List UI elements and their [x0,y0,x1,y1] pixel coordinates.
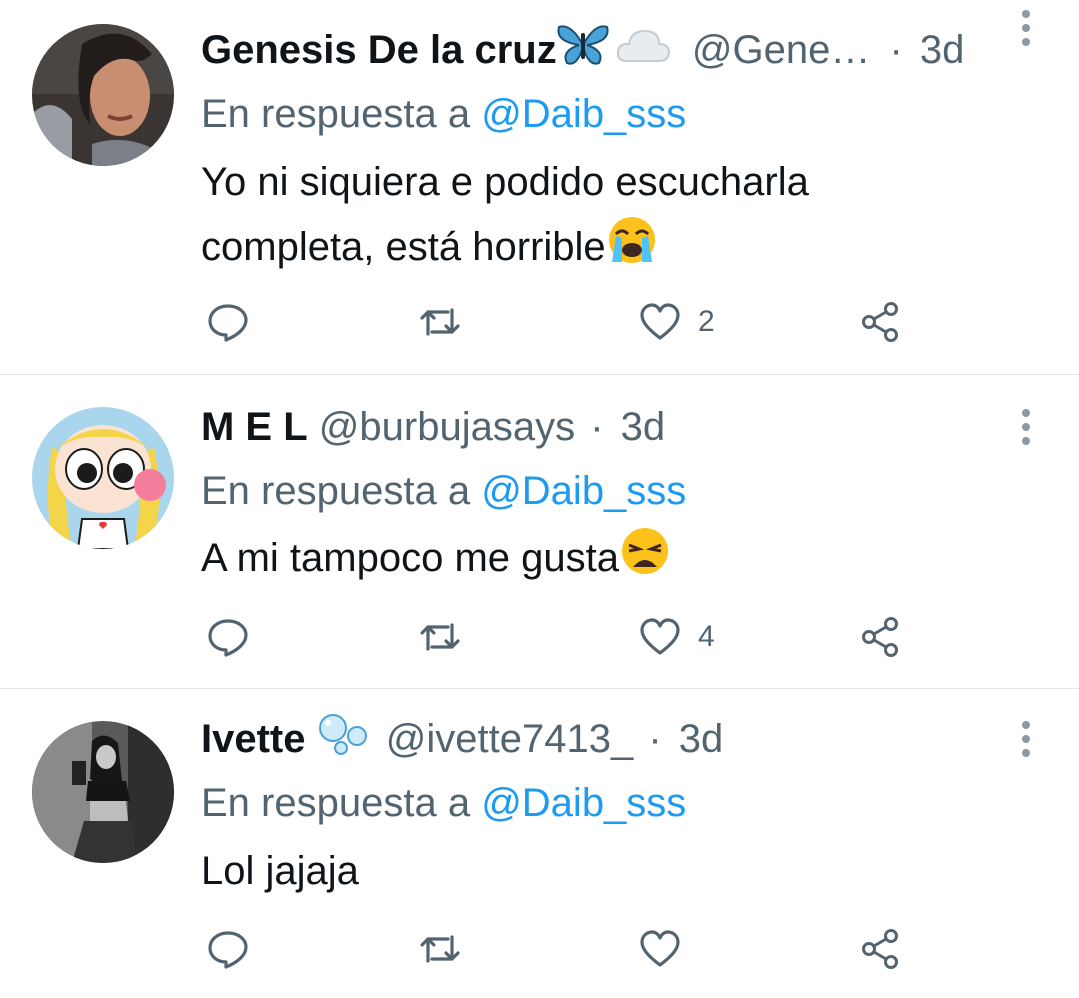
separator-dot: · [648,717,662,761]
retweet-icon [420,623,460,651]
reply-prefix: En respuesta a [201,469,471,513]
separator-dot: · [889,28,903,72]
heart-icon [640,930,680,967]
share-button[interactable] [858,607,902,667]
like-count: 4 [698,620,715,653]
tweet[interactable]: M E L @burbujasays · 3d En respuesta a @… [0,375,1079,688]
avatar-image [32,721,174,863]
retweet-button[interactable] [418,292,462,352]
tweet-actions: 4 [0,607,1079,667]
avatar-image [32,407,174,549]
user-handle[interactable]: @ivette7413_ [386,717,633,761]
retweet-button[interactable] [418,919,462,979]
tweet-text: Yo ni siquiera e podido escucharla compl… [201,150,809,285]
tweet-header: Genesis De la cruz @Gene… · 3d [201,22,964,78]
reply-button[interactable] [206,919,250,979]
reply-mention-link[interactable]: @Daib_sss [481,92,686,136]
tweet-text-line: Yo ni siquiera e podido escucharla [201,160,809,204]
reply-button[interactable] [206,607,250,667]
tweet[interactable]: Ivette @ivette7413_ · 3d En respuesta a … [0,689,1079,998]
tweet-text-line: A mi tampoco me gusta [201,525,671,596]
share-button[interactable] [858,292,902,352]
reply-icon [208,304,248,342]
avatar-image [32,24,174,166]
like-button[interactable] [638,919,698,979]
avatar[interactable] [32,721,174,863]
weary-face-emoji [619,525,671,596]
user-handle[interactable]: @burbujasays [319,405,575,449]
reply-button[interactable] [206,292,250,352]
retweet-icon [420,308,460,336]
tweet-text-line-content: completa, está horrible [201,225,606,270]
reply-prefix: En respuesta a [201,92,471,136]
reply-icon [208,931,248,969]
timestamp[interactable]: 3d [621,405,666,449]
share-icon [862,929,898,969]
timestamp[interactable]: 3d [920,28,965,72]
tweet-header: Ivette @ivette7413_ · 3d [201,711,723,767]
cloud-emoji [615,24,671,80]
reply-context: En respuesta a @Daib_sss [201,92,686,137]
tweet-actions [0,919,1079,979]
more-options-icon[interactable] [1014,719,1038,759]
reply-context: En respuesta a @Daib_sss [201,781,686,826]
loudly-crying-face-emoji [606,214,658,285]
bubbles-emoji [317,712,371,771]
reply-mention-link[interactable]: @Daib_sss [481,781,686,825]
butterfly-emoji [557,23,609,82]
avatar[interactable] [32,407,174,549]
user-handle[interactable]: @Gene… [692,28,870,72]
share-icon [862,617,898,657]
more-options-icon[interactable] [1014,8,1038,48]
tweet-text-line-content: A mi tampoco me gusta [201,536,619,581]
display-name[interactable]: M E L [201,405,308,449]
tweet-text: A mi tampoco me gusta [201,525,671,596]
display-name[interactable]: Genesis De la cruz [201,28,557,72]
tweet-text-line: completa, está horrible [201,214,809,285]
retweet-icon [420,935,460,963]
display-name[interactable]: Ivette [201,717,306,761]
tweet-header: M E L @burbujasays · 3d [201,399,665,455]
share-icon [862,302,898,342]
reply-mention-link[interactable]: @Daib_sss [481,469,686,513]
like-count: 2 [698,305,715,338]
avatar[interactable] [32,24,174,166]
reply-prefix: En respuesta a [201,781,471,825]
heart-icon [640,303,680,340]
retweet-button[interactable] [418,607,462,667]
like-button[interactable]: 2 [638,292,715,352]
tweet-text: Lol jajaja [201,839,359,903]
like-button[interactable]: 4 [638,607,715,667]
tweet[interactable]: Genesis De la cruz @Gene… · 3d En respue… [0,0,1079,374]
more-options-icon[interactable] [1014,407,1038,447]
separator-dot: · [590,405,604,449]
tweet-text-line: Lol jajaja [201,849,359,893]
timestamp[interactable]: 3d [679,717,724,761]
reply-icon [208,619,248,657]
reply-context: En respuesta a @Daib_sss [201,469,686,514]
tweet-actions: 2 [0,292,1079,352]
heart-icon [640,618,680,655]
share-button[interactable] [858,919,902,979]
